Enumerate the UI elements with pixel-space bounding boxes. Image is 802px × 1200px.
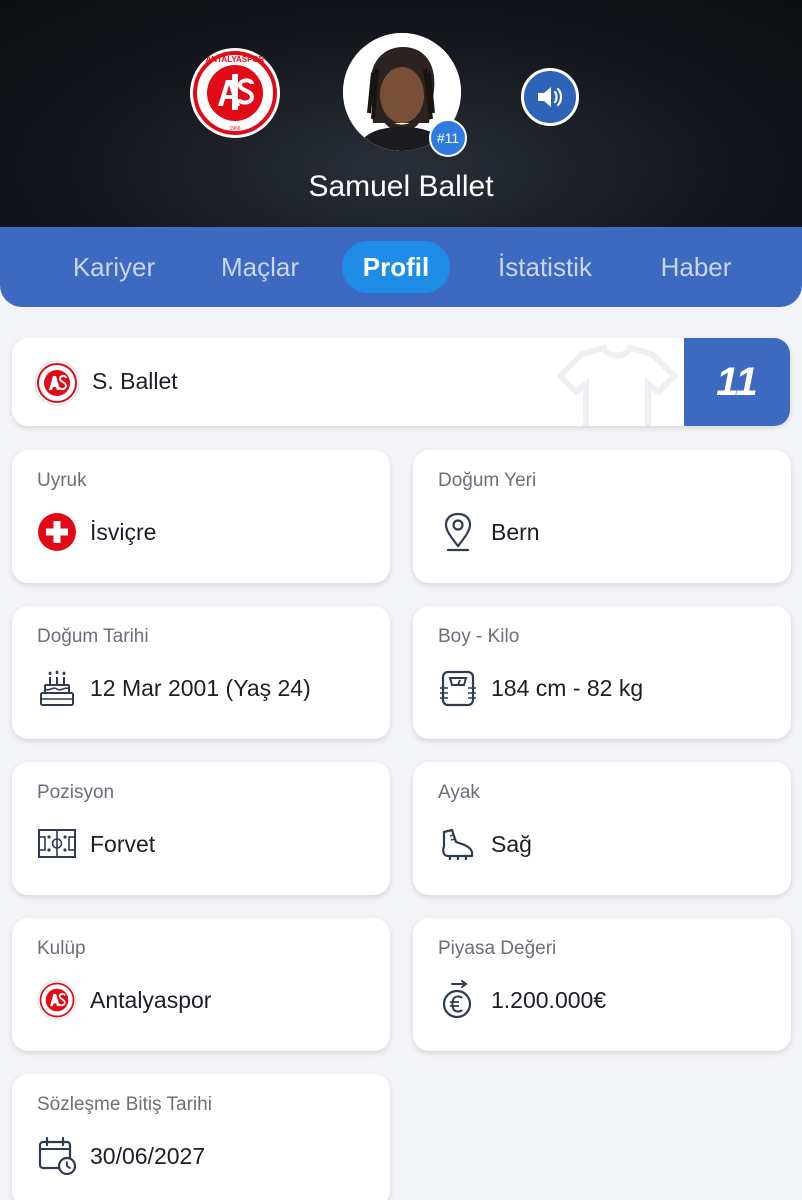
euro-exchange-icon <box>438 980 478 1020</box>
birthdate-card: Doğum Tarihi 12 Mar 2001 (Yaş 24) <box>12 606 390 739</box>
player-name: Samuel Ballet <box>308 170 494 203</box>
tab-profil[interactable]: Profil <box>342 241 450 293</box>
position-value: Forvet <box>90 831 156 857</box>
position-label: Pozisyon <box>37 782 115 803</box>
club-mini-logo-icon <box>34 360 80 406</box>
shirt-number-badge: #11 <box>429 119 467 157</box>
foot-value: Sağ <box>491 831 532 857</box>
birthdate-value: 12 Mar 2001 (Yaş 24) <box>90 675 311 701</box>
height-weight-value: 184 cm - 82 kg <box>491 675 644 701</box>
pitch-icon <box>37 824 77 864</box>
club-card[interactable]: Kulüp Antalyaspor <box>12 918 390 1051</box>
contract-end-value: 30/06/2027 <box>90 1143 206 1169</box>
logo-text: ANTALYASPOR <box>206 55 265 64</box>
shirt-number: 11 <box>684 338 790 426</box>
tab-bar: Kariyer Maçlar Profil İstatistik Haber <box>0 227 802 307</box>
club-logo[interactable]: ANTALYASPOR 1966 <box>190 48 280 138</box>
football-boot-icon <box>438 824 478 864</box>
club-logo-icon <box>37 980 77 1020</box>
foot-card: Ayak Sağ <box>413 762 791 895</box>
calendar-clock-icon <box>37 1136 77 1176</box>
birthplace-card: Doğum Yeri Bern <box>413 450 791 583</box>
scale-icon <box>438 668 478 708</box>
position-card: Pozisyon Forvet <box>12 762 390 895</box>
swiss-flag-icon <box>37 512 77 552</box>
foot-label: Ayak <box>438 782 480 803</box>
nationality-card: Uyruk İsviçre <box>12 450 390 583</box>
tab-haber[interactable]: Haber <box>640 241 752 293</box>
birthplace-label: Doğum Yeri <box>438 470 537 491</box>
market-value-value: 1.200.000€ <box>491 987 607 1013</box>
tab-maclar[interactable]: Maçlar <box>198 241 322 293</box>
antalyaspor-logo-icon: ANTALYASPOR 1966 <box>193 51 277 135</box>
market-value-card: Piyasa Değeri 1.200.000€ <box>413 918 791 1051</box>
club-label: Kulüp <box>37 938 86 959</box>
birthplace-value: Bern <box>491 519 540 545</box>
speaker-icon <box>538 87 563 107</box>
height-weight-card: Boy - Kilo 184 cm - 82 kg <box>413 606 791 739</box>
nationality-label: Uyruk <box>37 470 87 491</box>
market-value-label: Piyasa Değeri <box>438 938 557 959</box>
player-header: ANTALYASPOR 1966 #11 Samuel Ballet <box>0 0 802 240</box>
player-short-name: S. Ballet <box>92 368 178 394</box>
birthday-cake-icon <box>37 668 77 708</box>
tab-kariyer[interactable]: Kariyer <box>52 241 176 293</box>
contract-end-card: Sözleşme Bitiş Tarihi 30/06/2027 <box>12 1074 390 1200</box>
contract-end-label: Sözleşme Bitiş Tarihi <box>37 1094 212 1115</box>
sound-button[interactable] <box>521 68 579 126</box>
location-pin-icon <box>438 512 478 552</box>
logo-year: 1966 <box>229 126 240 132</box>
shirt-watermark-icon <box>555 344 679 426</box>
birthdate-label: Doğum Tarihi <box>37 626 149 647</box>
tab-istatistik[interactable]: İstatistik <box>474 241 616 293</box>
club-value: Antalyaspor <box>90 987 212 1013</box>
nationality-value: İsviçre <box>90 519 157 545</box>
height-weight-label: Boy - Kilo <box>438 626 520 647</box>
player-name-card: S. Ballet 11 <box>12 338 790 426</box>
